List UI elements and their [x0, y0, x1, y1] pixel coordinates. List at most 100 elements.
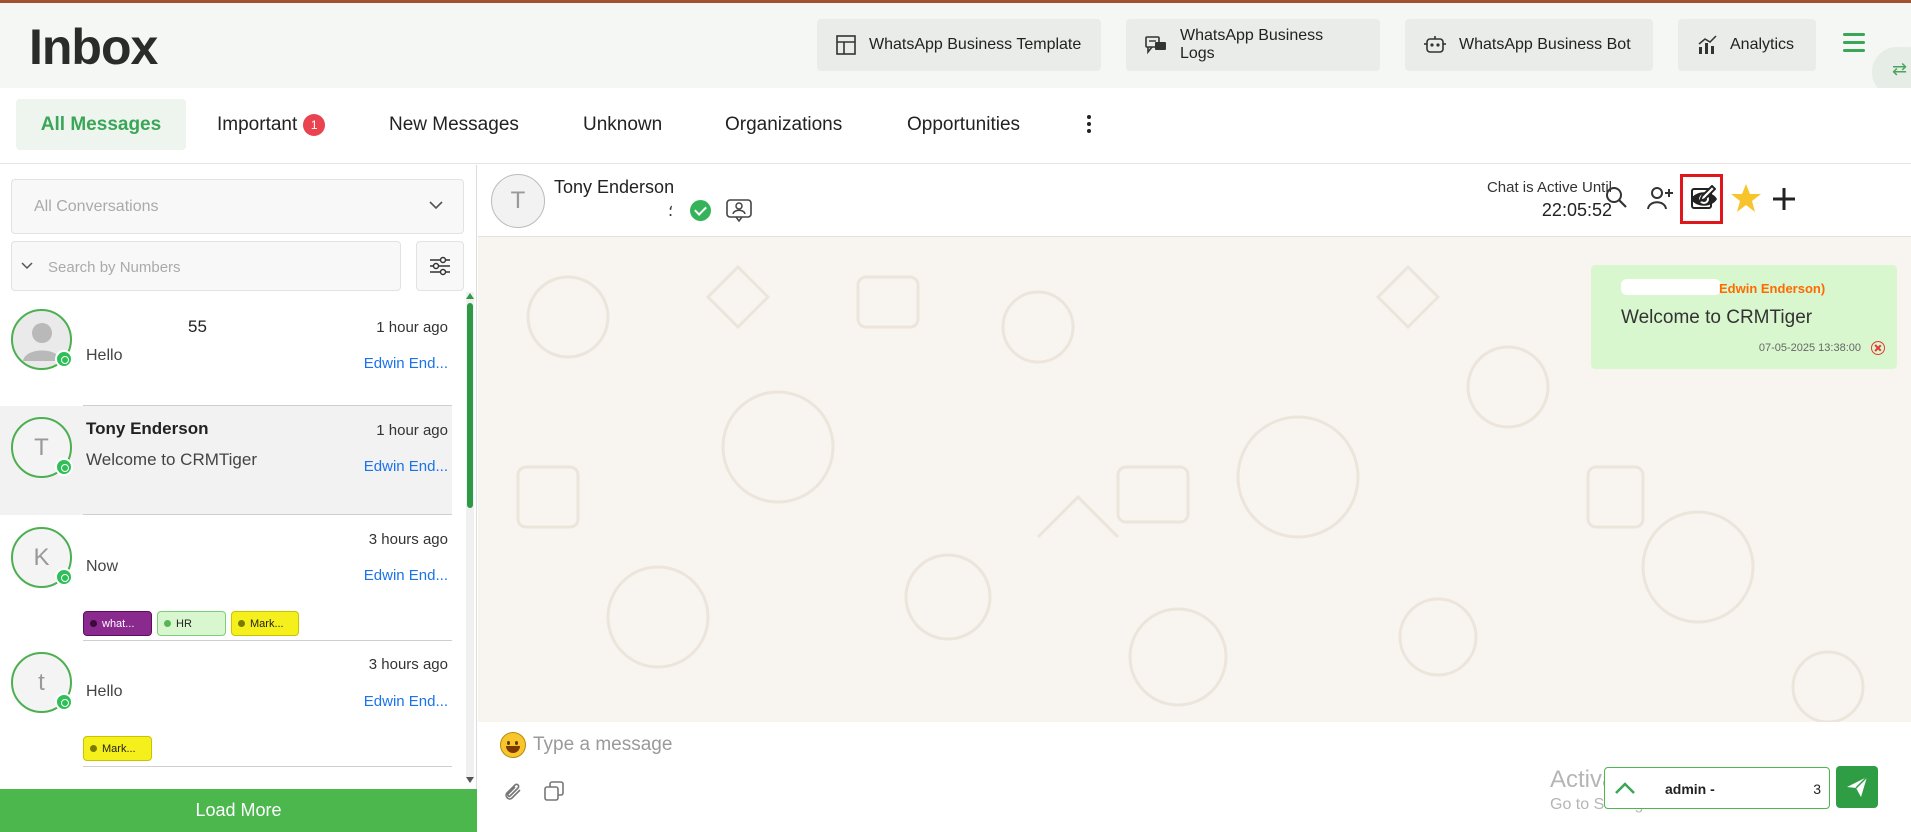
important-count-badge: 1	[303, 113, 326, 136]
template-icon	[836, 35, 856, 55]
contact-card-icon[interactable]	[726, 198, 752, 222]
chat-avatar: T	[491, 174, 545, 228]
contact-status-text: ؛	[668, 203, 674, 220]
avatar-letter: K	[33, 543, 50, 571]
conversation-filter-value: All Conversations	[34, 198, 159, 215]
number-search-box	[11, 241, 401, 291]
contact-item[interactable]: K 3 hours ago Now Edwin End... what... H…	[0, 515, 452, 641]
contact-time: 3 hours ago	[368, 531, 448, 548]
message-tabs: All Messages Important 1 New Messages Unk…	[0, 88, 1911, 164]
tab-label: Unknown	[583, 113, 663, 135]
tag-label: what...	[102, 617, 135, 630]
collapse-arrow-icon: ⇄	[1892, 59, 1908, 79]
divider	[83, 766, 452, 767]
contact-agent[interactable]: Edwin End...	[364, 355, 448, 372]
tag-badge[interactable]: Mark...	[83, 736, 152, 761]
highlight-annotation	[1680, 174, 1723, 224]
tag-badge[interactable]: HR	[157, 611, 226, 636]
agent-select-suffix: 3	[1813, 781, 1821, 797]
contact-agent[interactable]: Edwin End...	[364, 458, 448, 475]
filter-settings-button[interactable]	[416, 241, 464, 291]
avatar: K	[11, 527, 73, 588]
bot-icon	[1424, 36, 1446, 53]
redacted-sender-mask	[1621, 279, 1721, 295]
tab-important[interactable]: Important 1	[217, 99, 326, 150]
message-composer: Activate Windows Go to Settings to activ…	[478, 722, 1911, 832]
add-user-icon[interactable]	[1646, 185, 1674, 211]
load-more-button[interactable]: Load More	[0, 789, 477, 832]
message-input[interactable]	[533, 731, 1433, 759]
tab-label: Opportunities	[907, 113, 1021, 135]
emoji-icon[interactable]	[500, 732, 526, 758]
whatsapp-icon	[55, 568, 73, 586]
agent-select-label: admin -	[1665, 781, 1715, 797]
tag-badge[interactable]: Mark...	[231, 611, 299, 636]
tab-label: Important	[217, 113, 298, 135]
star-icon[interactable]	[1730, 183, 1762, 213]
contact-agent[interactable]: Edwin End...	[364, 693, 448, 710]
tab-new-messages[interactable]: New Messages	[389, 99, 519, 150]
chat-active-until: Chat is Active Until 22:05:52	[1452, 179, 1612, 221]
message-sender: Edwin Enderson)	[1719, 281, 1826, 296]
whatsapp-template-button[interactable]: WhatsApp Business Template	[817, 19, 1101, 71]
avatar-letter: T	[510, 187, 526, 214]
chevron-up-icon	[1615, 782, 1635, 794]
message-text: Welcome to CRMTiger	[1621, 307, 1813, 328]
whatsapp-logs-button[interactable]: WhatsApp Business Logs	[1126, 19, 1380, 71]
tab-opportunities[interactable]: Opportunities	[907, 99, 1020, 150]
tab-organizations[interactable]: Organizations	[725, 99, 842, 150]
search-input[interactable]	[48, 255, 388, 279]
outgoing-message-bubble[interactable]: Edwin Enderson) Welcome to CRMTiger 07-0…	[1591, 265, 1897, 369]
conversation-filter-select[interactable]: All Conversations	[11, 179, 464, 234]
analytics-button[interactable]: Analytics	[1678, 19, 1816, 71]
avatar-letter: T	[34, 433, 49, 461]
tab-unknown[interactable]: Unknown	[583, 99, 662, 150]
contact-last-message: Hello	[86, 683, 123, 700]
send-button[interactable]	[1836, 766, 1878, 808]
plus-icon[interactable]	[1771, 186, 1797, 212]
chat-log-icon	[1145, 36, 1166, 55]
whatsapp-template-label: WhatsApp Business Template	[869, 36, 1082, 53]
agent-select[interactable]: admin - 3	[1604, 767, 1830, 809]
failed-status-icon[interactable]	[1871, 341, 1885, 355]
contact-last-message: Hello	[86, 347, 123, 364]
tab-label: New Messages	[389, 113, 519, 135]
message-timestamp: 07-05-2025 13:38:00	[1758, 342, 1861, 354]
contact-item[interactable]: t 3 hours ago Hello Edwin End... Mark...	[0, 641, 452, 767]
avatar	[11, 309, 73, 370]
whatsapp-bot-button[interactable]: WhatsApp Business Bot	[1405, 19, 1653, 71]
sliders-icon	[430, 256, 450, 276]
tab-label: All Messages	[40, 113, 162, 135]
tag-label: HR	[176, 617, 192, 630]
scroll-up-arrow-icon[interactable]	[466, 293, 474, 299]
whatsapp-bot-label: WhatsApp Business Bot	[1459, 36, 1631, 53]
tag-label: Mark...	[102, 742, 136, 755]
template-copy-icon[interactable]	[543, 780, 565, 802]
contact-agent[interactable]: Edwin End...	[364, 567, 448, 584]
whatsapp-icon	[55, 693, 73, 711]
more-options-icon[interactable]	[1085, 115, 1093, 137]
analytics-icon	[1698, 35, 1717, 54]
scrollbar-thumb[interactable]	[467, 303, 473, 508]
whatsapp-logs-label: WhatsApp Business Logs	[1179, 27, 1324, 62]
paperclip-icon[interactable]	[502, 780, 524, 802]
avatar: T	[11, 417, 73, 478]
scroll-down-arrow-icon[interactable]	[466, 777, 474, 783]
tab-all-messages[interactable]: All Messages	[16, 99, 186, 150]
search-icon[interactable]	[1604, 185, 1628, 209]
contact-time: 1 hour ago	[376, 422, 448, 439]
tab-label: Organizations	[725, 113, 843, 135]
tag-badge[interactable]: what...	[83, 611, 152, 636]
contact-last-message: Welcome to CRMTiger	[86, 450, 257, 469]
chevron-down-icon	[429, 201, 443, 210]
hamburger-menu-icon[interactable]	[1843, 33, 1865, 53]
chevron-down-icon[interactable]	[21, 261, 33, 270]
avatar-letter: t	[38, 668, 45, 696]
avatar: t	[11, 652, 73, 713]
chat-header: T Tony Enderson ؛ Chat is Active Until 2…	[478, 165, 1911, 237]
conversation-list-panel: All Conversations 55 1 hour ago Hello Ed…	[0, 165, 477, 832]
contact-item[interactable]: T Tony Enderson 1 hour ago Welcome to CR…	[0, 406, 452, 515]
chat-message-area: Edwin Enderson) Welcome to CRMTiger 07-0…	[478, 237, 1911, 722]
active-until-label: Chat is Active Until	[1486, 179, 1612, 196]
contact-item[interactable]: 55 1 hour ago Hello Edwin End...	[0, 299, 452, 406]
